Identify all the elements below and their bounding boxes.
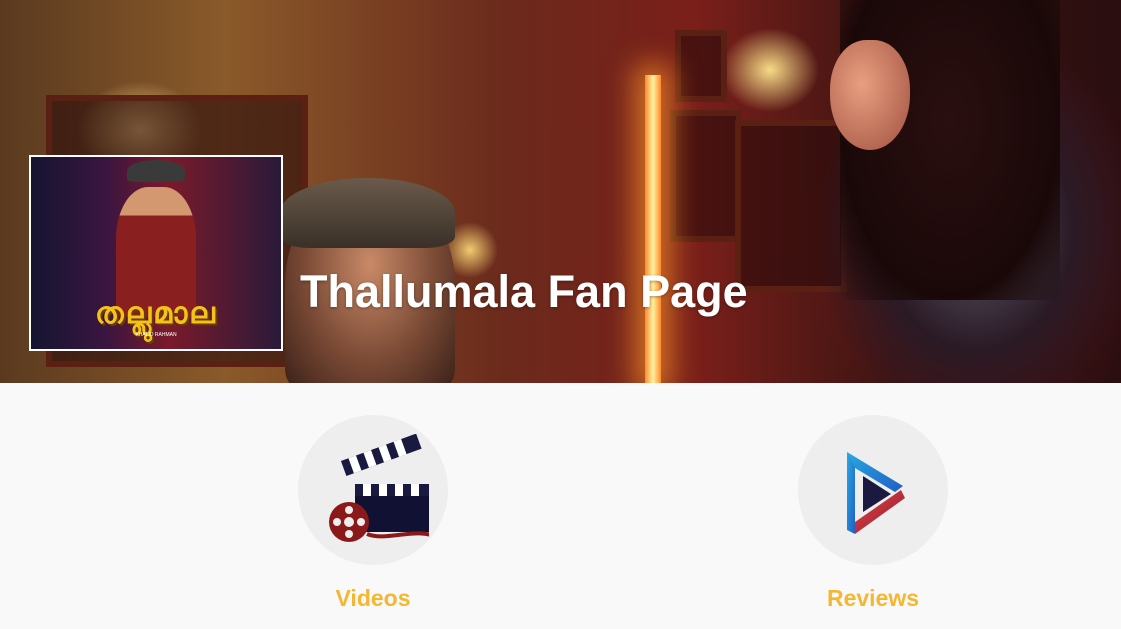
videos-label[interactable]: Videos xyxy=(298,585,448,612)
hero-banner: തല്ലുമാല KHALID RAHMAN Thallumala Fan Pa… xyxy=(0,0,1121,383)
videos-icon-circle[interactable] xyxy=(298,415,448,565)
neon-light xyxy=(645,75,661,383)
videos-tile[interactable]: Videos xyxy=(298,415,448,612)
reviews-label[interactable]: Reviews xyxy=(798,585,948,612)
wall-frame xyxy=(670,110,742,242)
film-clapperboard-icon xyxy=(329,434,429,542)
wall-frame xyxy=(675,30,727,102)
actress-face xyxy=(830,40,910,150)
movie-poster[interactable]: തല്ലുമാല KHALID RAHMAN xyxy=(29,155,283,351)
play-icon xyxy=(847,452,905,534)
page-title: Thallumala Fan Page xyxy=(300,266,748,317)
poster-title: തല്ലുമാല xyxy=(95,297,217,330)
reviews-icon-circle[interactable] xyxy=(798,415,948,565)
poster-credits: KHALID RAHMAN xyxy=(135,332,177,338)
reviews-tile[interactable]: Reviews xyxy=(798,415,948,612)
actor-cap xyxy=(280,178,455,248)
poster-hat xyxy=(127,160,185,182)
